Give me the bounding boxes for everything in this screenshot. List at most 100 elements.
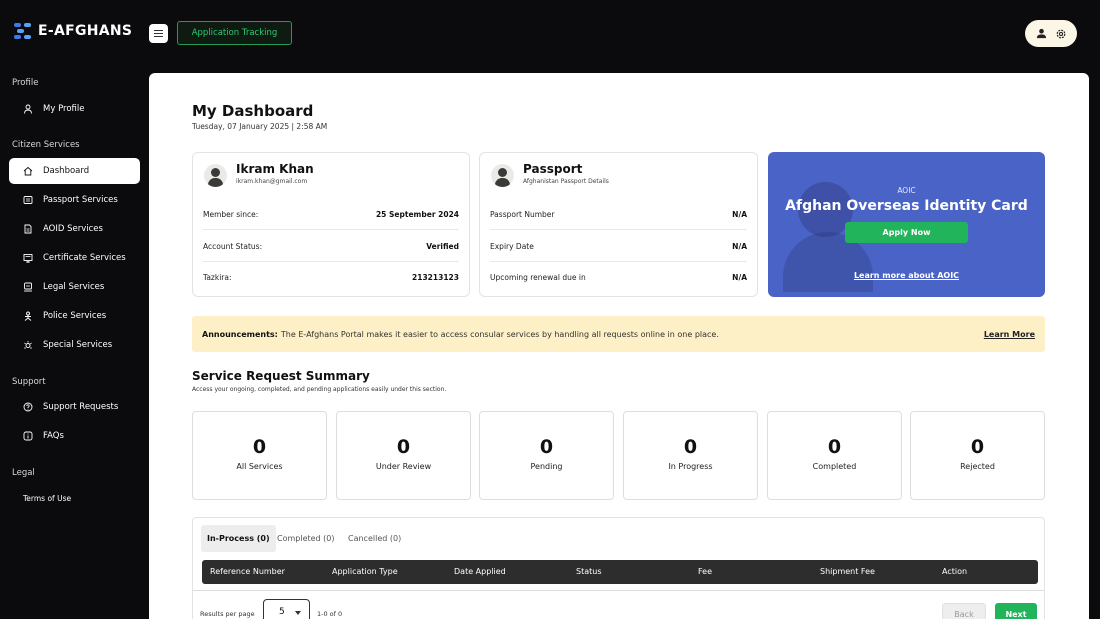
page-datetime: Tuesday, 07 January 2025 | 2:58 AM (192, 122, 328, 131)
brand-logo[interactable]: E-AFGHANS (14, 22, 132, 40)
stat-value: 0 (683, 436, 698, 458)
hamburger-icon (154, 28, 163, 39)
sidebar-item-label: Dashboard (43, 166, 90, 176)
apply-now-button[interactable]: Apply Now (845, 222, 968, 243)
police-icon (24, 311, 32, 321)
stat-card-rejected[interactable]: 0 Rejected (910, 411, 1045, 500)
next-button[interactable]: Next (995, 603, 1037, 619)
sidebar-item-label: Passport Services (43, 195, 118, 205)
sidebar-heading-citizen-services: Citizen Services (12, 140, 80, 150)
sidebar: Profile My Profile Citizen Services Dash… (0, 73, 149, 619)
profile-email: ikram.khan@gmail.com (236, 178, 308, 185)
passport-row: Upcoming renewal due in N/A (490, 262, 747, 292)
profile-row: Member since: 25 September 2024 (203, 200, 459, 230)
column-header: Application Type (332, 567, 398, 576)
stat-label: Under Review (375, 462, 432, 471)
tab-cancelled[interactable]: Cancelled (0) (342, 525, 407, 552)
promo-title: Afghan Overseas Identity Card (785, 198, 1028, 214)
requests-table-header: Reference Number Application Type Date A… (202, 560, 1038, 584)
user-menu[interactable] (1025, 20, 1077, 47)
row-label: Account Status: (203, 242, 263, 251)
stat-label: In Progress (668, 462, 713, 471)
passport-icon (23, 196, 33, 204)
stat-card-completed[interactable]: 0 Completed (767, 411, 902, 500)
column-header: Shipment Fee (820, 567, 875, 576)
row-value: N/A (732, 272, 747, 282)
stat-card-in-progress[interactable]: 0 In Progress (623, 411, 758, 500)
user-icon (24, 104, 32, 114)
sidebar-item-special-services[interactable]: Special Services (9, 332, 140, 358)
results-per-page-label: Results per page (200, 610, 255, 618)
tab-completed[interactable]: Completed (0) (271, 525, 341, 552)
row-value: N/A (732, 210, 747, 219)
sidebar-item-terms-of-use[interactable]: Terms of Use (23, 494, 71, 503)
stat-card-all-services[interactable]: 0 All Services (192, 411, 327, 500)
user-icon[interactable] (1036, 28, 1047, 39)
certificate-icon (23, 254, 33, 263)
row-label: Upcoming renewal due in (490, 272, 586, 282)
sidebar-item-label: Support Requests (43, 402, 119, 412)
stat-label: Rejected (960, 462, 995, 471)
stat-value: 0 (970, 436, 985, 458)
back-button[interactable]: Back (942, 603, 986, 619)
stat-label: All Services (236, 462, 283, 471)
menu-toggle-button[interactable] (149, 24, 168, 43)
profile-row: Tazkira: 213213123 (203, 262, 459, 292)
profile-name: Ikram Khan (236, 162, 314, 176)
row-value: Verified (426, 242, 459, 251)
passport-title: Passport (523, 162, 583, 176)
sidebar-item-support-requests[interactable]: Support Requests (9, 394, 140, 420)
sidebar-item-passport-services[interactable]: Passport Services (9, 187, 140, 213)
learn-more-aoic-link[interactable]: Learn more about AOIC (768, 271, 1045, 280)
row-label: Member since: (203, 210, 259, 219)
passport-card: Passport Afghanistan Passport Details Pa… (479, 152, 758, 297)
sidebar-item-label: Special Services (43, 340, 113, 350)
stat-value: 0 (396, 436, 411, 458)
column-header: Date Applied (454, 567, 506, 576)
sidebar-item-certificate-services[interactable]: Certificate Services (9, 245, 140, 271)
stat-label: Pending (530, 462, 563, 471)
sidebar-item-police-services[interactable]: Police Services (9, 303, 140, 329)
promo-tag: AOIC (897, 186, 916, 195)
column-header: Action (942, 567, 968, 576)
passport-subtitle: Afghanistan Passport Details (523, 178, 609, 185)
results-per-page-value: 5 (279, 606, 285, 617)
gear-icon[interactable] (1055, 28, 1067, 40)
summary-title: Service Request Summary (192, 369, 370, 383)
row-label: Passport Number (490, 210, 555, 219)
sidebar-item-dashboard[interactable]: Dashboard (9, 158, 140, 184)
legal-icon (24, 282, 32, 292)
info-icon (23, 431, 33, 441)
brand-name: E-AFGHANS (38, 23, 133, 39)
sidebar-item-label: My Profile (43, 104, 85, 114)
row-value: 213213123 (412, 272, 459, 282)
table-divider (193, 590, 1044, 591)
tab-in-process[interactable]: In-Process (0) (201, 525, 276, 552)
stat-value: 0 (827, 436, 842, 458)
logo-mark-icon (14, 22, 32, 40)
profile-row: Account Status: Verified (203, 232, 459, 262)
top-bar: E-AFGHANS Application Tracking (0, 0, 1100, 73)
stat-card-under-review[interactable]: 0 Under Review (336, 411, 471, 500)
sidebar-heading-legal: Legal (12, 468, 35, 478)
stat-card-pending[interactable]: 0 Pending (479, 411, 614, 500)
row-value: N/A (732, 242, 747, 251)
results-per-page-select[interactable]: 5 (263, 599, 310, 619)
sidebar-item-faqs[interactable]: FAQs (9, 423, 140, 449)
help-icon (23, 402, 33, 412)
sidebar-heading-support: Support (12, 377, 46, 387)
avatar (204, 164, 227, 187)
announcement-label: Announcements: (202, 329, 278, 339)
passport-row: Expiry Date N/A (490, 232, 747, 262)
requests-panel: In-Process (0) Completed (0) Cancelled (… (192, 517, 1045, 619)
document-icon (24, 224, 32, 234)
home-icon (23, 166, 33, 176)
sidebar-item-label: Police Services (43, 311, 107, 321)
announcement-learn-more-link[interactable]: Learn More (984, 330, 1035, 339)
pagination-range: 1-0 of 0 (317, 610, 343, 618)
sidebar-item-my-profile[interactable]: My Profile (9, 96, 140, 122)
sidebar-item-aoid-services[interactable]: AOID Services (9, 216, 140, 242)
page-title: My Dashboard (192, 102, 314, 120)
sidebar-item-legal-services[interactable]: Legal Services (9, 274, 140, 300)
application-tracking-button[interactable]: Application Tracking (177, 21, 292, 45)
